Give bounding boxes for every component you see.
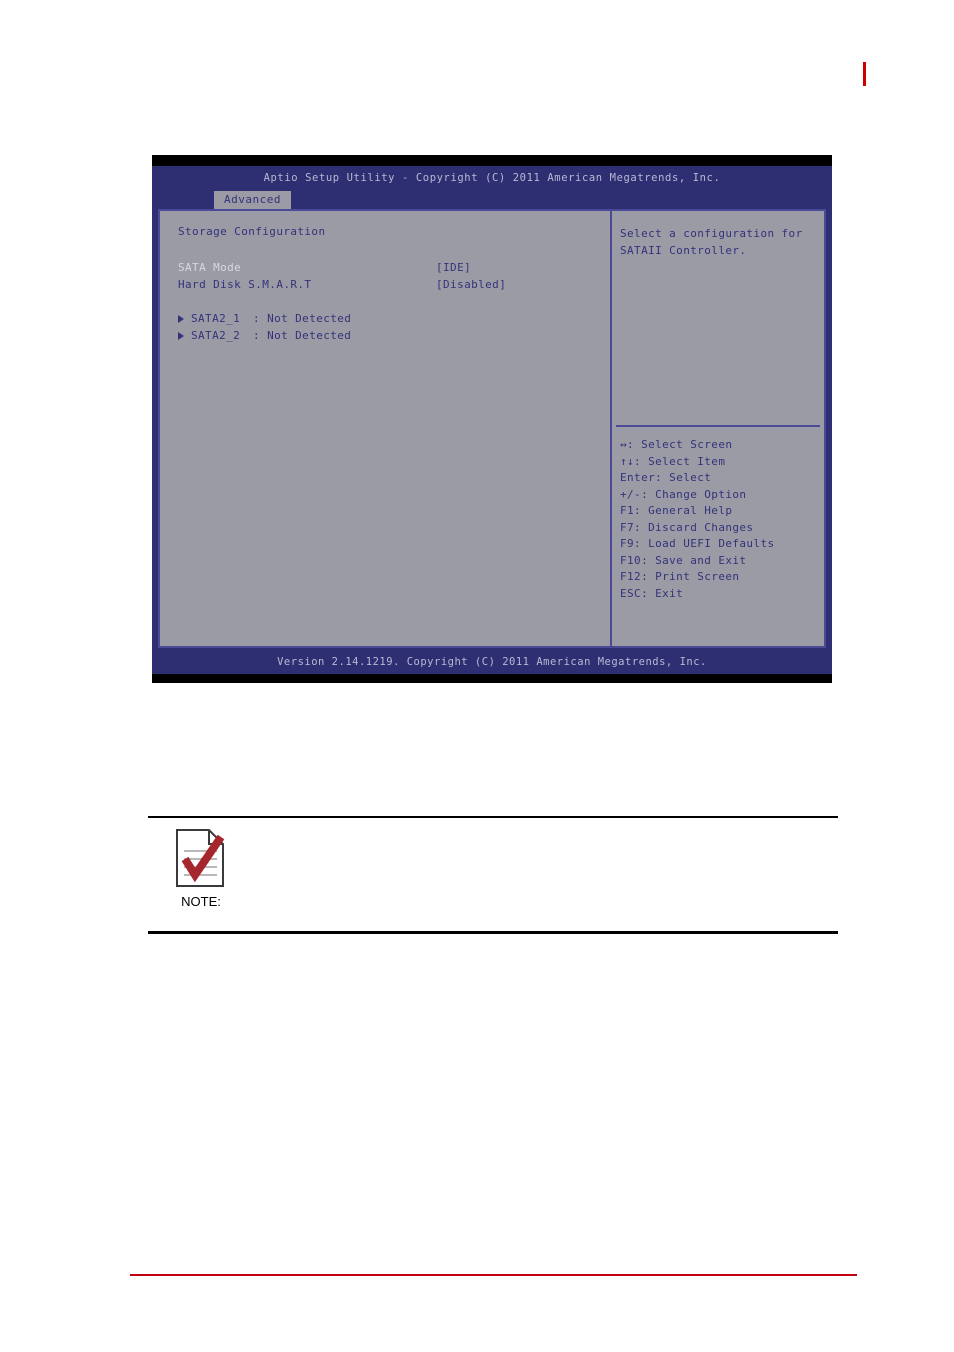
- setting-value-sata-mode[interactable]: [IDE]: [436, 259, 471, 276]
- setting-label-sata-mode: SATA Mode: [178, 261, 242, 274]
- help-separator: [616, 425, 820, 427]
- help-key-select-item: ↑↓: Select Item: [620, 454, 726, 468]
- bios-setup-screenshot: Aptio Setup Utility - Copyright (C) 2011…: [152, 155, 832, 683]
- help-key-f1-general-help: F1: General Help: [620, 504, 733, 517]
- help-key-f10-save-exit: F10: Save and Exit: [620, 553, 747, 567]
- page-edge-marker: [863, 62, 866, 86]
- device-status-sata2-2: Not Detected: [267, 329, 352, 342]
- note-check-document-icon: [176, 829, 225, 887]
- help-key-select-screen: ↔: Select Screen: [620, 438, 733, 451]
- help-key-legend: ↔: Select Screen ↑↓: Select Item Enter: …: [620, 437, 775, 602]
- sata-device-list: SATA2_1: Not Detected SATA2_2: Not Detec…: [178, 310, 610, 344]
- bios-title-bar: Aptio Setup Utility - Copyright (C) 2011…: [152, 166, 832, 193]
- setting-row-sata-mode[interactable]: SATA Mode [IDE]: [178, 259, 610, 276]
- help-panel: Select a configuration for SATAII Contro…: [612, 211, 824, 646]
- setting-value-hard-disk-smart[interactable]: [Disabled]: [436, 276, 506, 293]
- device-name-sata2-1: SATA2_1: [191, 312, 241, 325]
- setting-label-hard-disk-smart: Hard Disk S.M.A.R.T: [178, 278, 312, 291]
- device-row-sata2-1[interactable]: SATA2_1: Not Detected: [178, 310, 610, 327]
- note-label: NOTE:: [181, 894, 221, 909]
- bios-tab-bar: Advanced: [152, 191, 832, 209]
- triangle-right-icon: [178, 315, 184, 323]
- help-description-line-1: Select a configuration for: [620, 227, 803, 240]
- help-description-line-2: SATAII Controller.: [620, 244, 747, 257]
- storage-configuration-panel: Storage Configuration SATA Mode [IDE] Ha…: [160, 211, 610, 646]
- help-key-esc-exit: ESC: Exit: [620, 586, 684, 600]
- section-title: Storage Configuration: [178, 225, 326, 238]
- bios-screen: Aptio Setup Utility - Copyright (C) 2011…: [152, 166, 832, 674]
- help-key-f12-print-screen: F12: Print Screen: [620, 570, 740, 583]
- help-key-f9-load-defaults: F9: Load UEFI Defaults: [620, 537, 775, 550]
- device-status-sata2-1: Not Detected: [267, 312, 352, 325]
- bios-version-footer: Version 2.14.1219. Copyright (C) 2011 Am…: [152, 652, 832, 674]
- note-top-rule: [148, 816, 838, 818]
- help-description: Select a configuration for SATAII Contro…: [620, 225, 816, 259]
- triangle-right-icon: [178, 332, 184, 340]
- help-key-enter-select: Enter: Select: [620, 471, 712, 484]
- tab-advanced[interactable]: Advanced: [214, 191, 291, 209]
- bios-content-area: Storage Configuration SATA Mode [IDE] Ha…: [158, 209, 826, 648]
- help-key-f7-discard-changes: F7: Discard Changes: [620, 520, 754, 534]
- setting-row-hard-disk-smart[interactable]: Hard Disk S.M.A.R.T [Disabled]: [178, 276, 610, 293]
- note-bottom-rule: [148, 931, 838, 934]
- device-name-sata2-2: SATA2_2: [191, 329, 241, 342]
- page-footer-rule: [130, 1274, 857, 1276]
- device-separator-sata2-2: :: [253, 329, 261, 342]
- note-icon-container: NOTE:: [173, 829, 229, 909]
- device-separator-sata2-1: :: [253, 312, 261, 325]
- device-row-sata2-2[interactable]: SATA2_2: Not Detected: [178, 327, 610, 344]
- help-key-change-option: +/-: Change Option: [620, 487, 747, 501]
